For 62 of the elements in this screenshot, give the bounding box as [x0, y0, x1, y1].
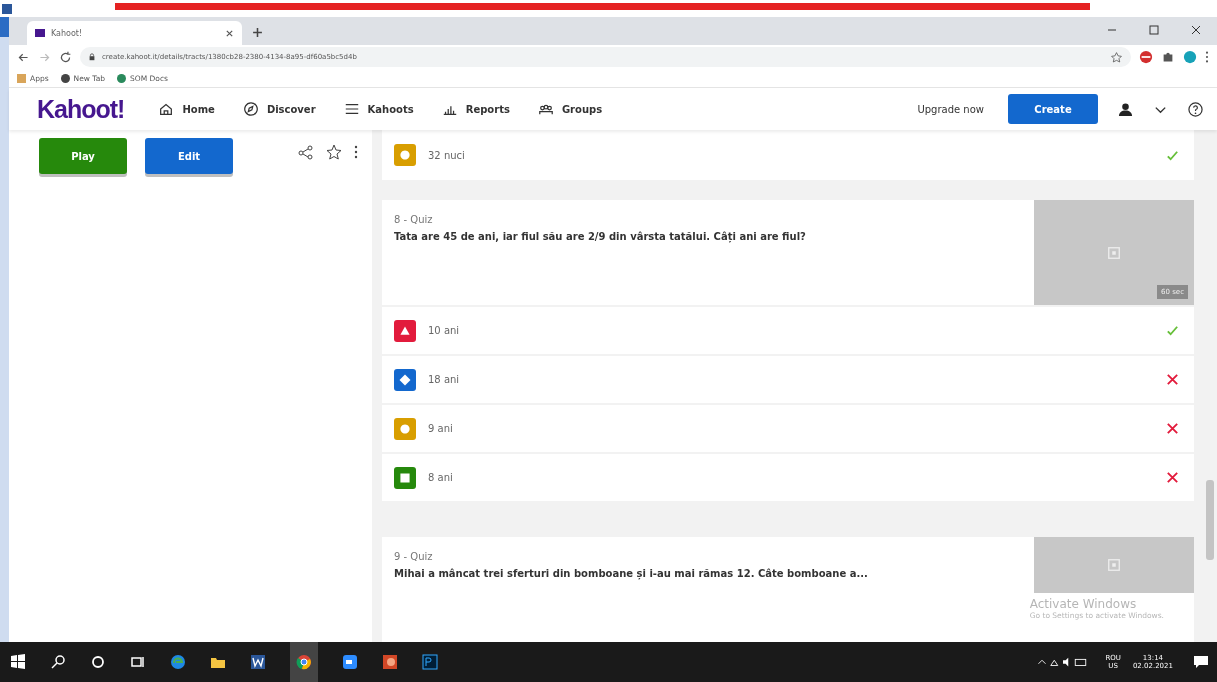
maximize-icon[interactable]	[1149, 25, 1159, 35]
close-tab-icon[interactable]	[225, 28, 234, 38]
powerpoint-icon[interactable]	[382, 654, 398, 670]
nav-label: Kahoots	[367, 103, 414, 115]
answer-text: 9 ani	[428, 423, 454, 434]
home-icon	[158, 101, 175, 117]
image-icon	[1107, 245, 1121, 260]
answer-text: 8 ani	[428, 472, 454, 483]
photoshop-icon[interactable]	[422, 654, 438, 670]
question-text: Tata are 45 de ani, iar fiul său are 2/9 din vârsta tatălui. Câți ani are fiul?	[394, 231, 807, 242]
favorite-star-icon[interactable]	[326, 144, 342, 160]
question-text: Mihai a mâncat trei sferturi din bomboane și i-au mai rămas 12. Câte bomboane a...	[394, 568, 869, 579]
lock-icon	[88, 53, 96, 61]
browser-tab[interactable]: Kahoot!	[27, 21, 242, 45]
cortana-circle-icon[interactable]	[90, 654, 106, 670]
chrome-icon	[296, 654, 312, 670]
help-icon[interactable]	[1188, 101, 1203, 117]
question-label: 9 - Quiz	[394, 551, 434, 562]
share-icon[interactable]	[298, 144, 314, 160]
question-label: 8 - Quiz	[394, 214, 434, 225]
list-icon	[343, 101, 360, 117]
taskbar-app-button[interactable]	[290, 642, 318, 682]
bookmark-star-icon[interactable]	[1110, 50, 1123, 64]
profile-icon[interactable]	[1183, 50, 1197, 64]
nav-label: Home	[182, 103, 215, 115]
compass-icon	[242, 101, 259, 117]
answer-text: 10 ani	[428, 325, 461, 336]
logo[interactable]: Kahoot!	[37, 94, 125, 124]
create-button[interactable]: Create	[1008, 94, 1098, 124]
task-view-icon[interactable]	[130, 654, 146, 670]
menu-icon[interactable]	[1205, 50, 1209, 64]
nav-link[interactable]: Home	[158, 101, 215, 117]
image-icon	[1107, 558, 1121, 572]
user-icon[interactable]	[1118, 101, 1133, 117]
nav-link[interactable]: Groups	[537, 101, 603, 117]
start-icon[interactable]	[10, 654, 26, 670]
more-options-icon[interactable]	[354, 144, 358, 160]
extension-icon[interactable]	[1139, 50, 1153, 64]
favicon-icon	[35, 29, 45, 37]
tab-title: Kahoot!	[51, 28, 84, 38]
scrollbar-thumb[interactable]	[1206, 480, 1214, 560]
new-tab-icon[interactable]	[252, 27, 263, 38]
reload-icon[interactable]	[59, 50, 72, 64]
answer-text: 18 ani	[428, 374, 461, 385]
close-icon[interactable]	[1191, 25, 1201, 35]
nav-label: Groups	[561, 103, 603, 115]
play-button[interactable]: Play	[39, 138, 127, 174]
edit-button[interactable]: Edit	[145, 138, 233, 174]
upgrade-link[interactable]: Upgrade now	[917, 103, 984, 115]
word-icon[interactable]	[250, 654, 266, 670]
edge-icon[interactable]	[170, 654, 186, 670]
nav-label: Reports	[465, 103, 510, 115]
nav-label: Discover	[266, 103, 316, 115]
video-call-icon[interactable]	[342, 654, 358, 670]
nav-link[interactable]: Discover	[242, 101, 316, 117]
search-icon[interactable]	[50, 654, 66, 670]
word-app-icon[interactable]	[2, 3, 12, 14]
activation-watermark-title: Activate Windows	[1029, 597, 1138, 611]
nav-link[interactable]: Kahoots	[343, 101, 414, 117]
nav-link[interactable]: Reports	[441, 101, 510, 117]
answer-text: 32 nuci	[428, 149, 466, 161]
notification-icon[interactable]	[1193, 654, 1209, 670]
